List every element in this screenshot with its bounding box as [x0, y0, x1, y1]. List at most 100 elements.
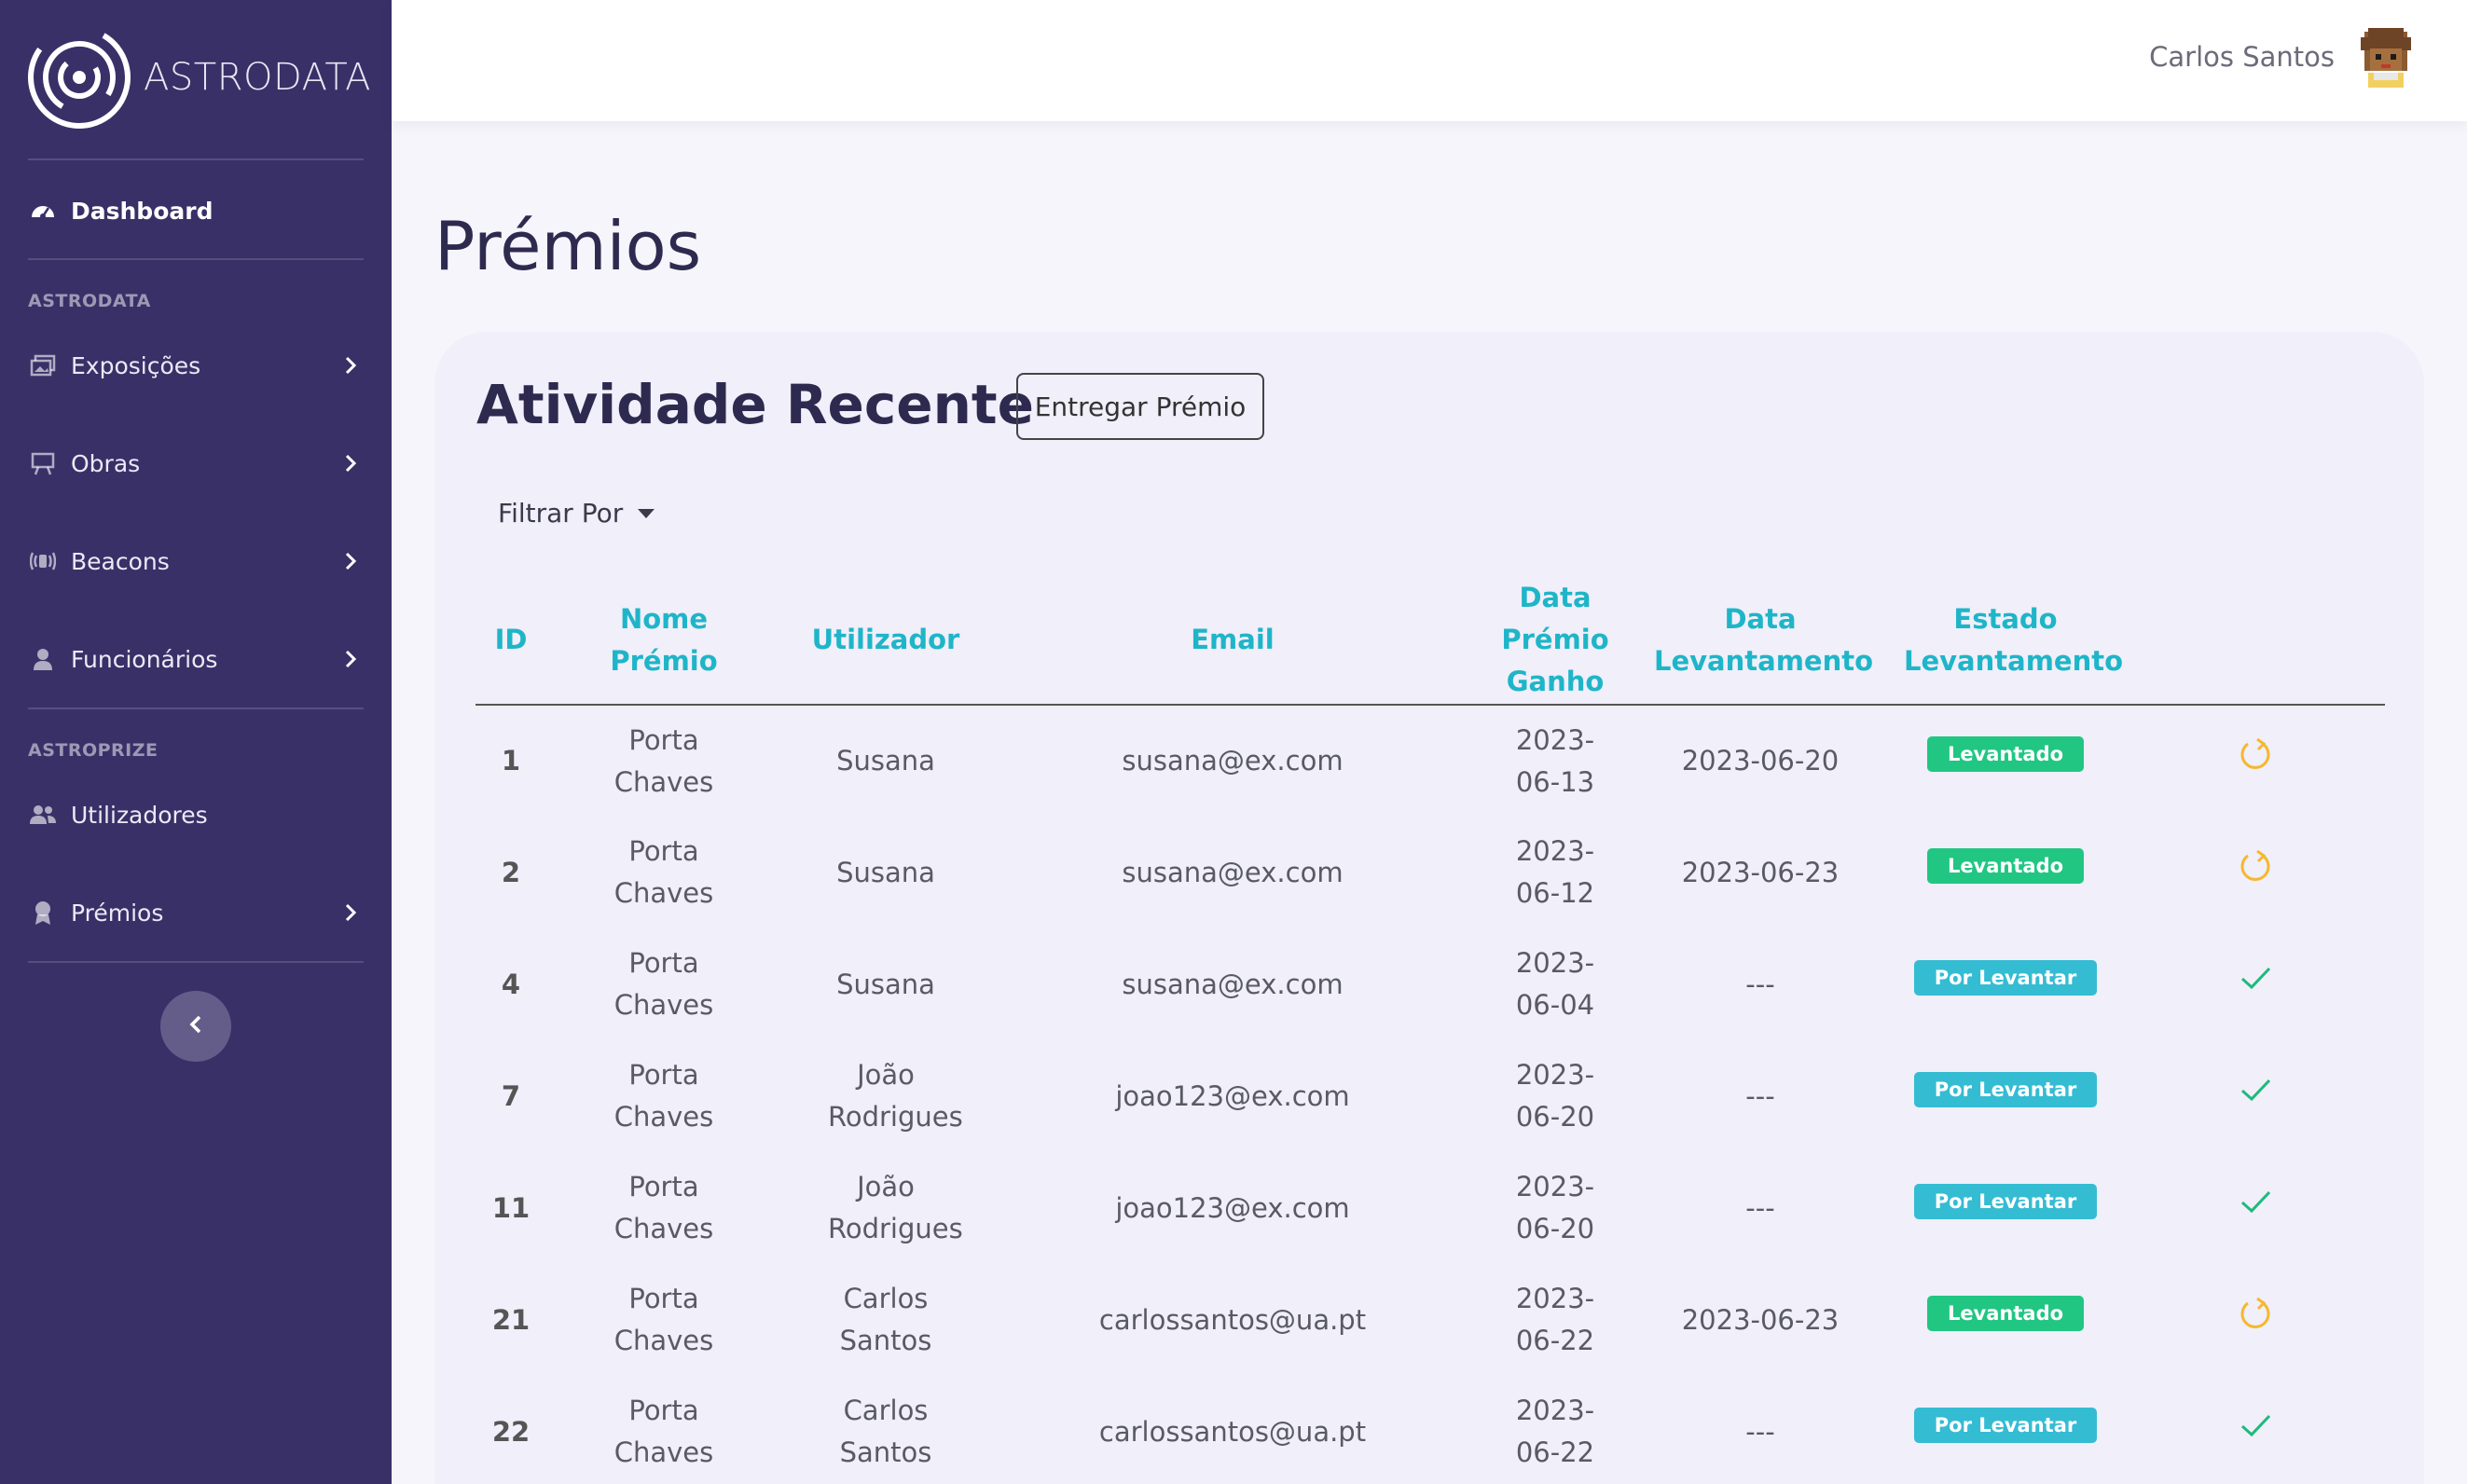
sidebar-item-label: Exposições [71, 351, 201, 379]
table-row: 2 Porta Chaves Susana susana@ex.com 2023-06-… [475, 817, 2385, 928]
sidebar-divider [28, 961, 364, 963]
cell-date-collected: --- [1745, 968, 1775, 1000]
user-name[interactable]: Carlos Santos [2149, 41, 2335, 73]
cell-action [2126, 1264, 2385, 1376]
cell-prize: Porta Chaves [613, 1395, 714, 1468]
sidebar-collapse-button[interactable] [160, 991, 231, 1062]
table-row: 1 Porta Chaves Susana susana@ex.com 2023-06-… [475, 705, 2385, 817]
check-icon[interactable] [2235, 1069, 2276, 1110]
cell-date-won: 2023-06-22 [1515, 1395, 1595, 1468]
cell-id: 11 [491, 1191, 531, 1224]
cell-action [2126, 928, 2385, 1040]
cell-id: 21 [491, 1303, 531, 1336]
cell-email: carlossantos@ua.pt [1098, 1303, 1367, 1336]
column-header-date-collected[interactable]: Data Levantamento [1635, 576, 1885, 706]
column-header-status[interactable]: Estado Levantamento [1885, 576, 2126, 706]
table-header-row: ID Nome Prémio Utilizador Email Data Pré… [475, 576, 2385, 706]
cell-status: Por Levantar [1885, 1376, 2126, 1484]
filter-label: Filtrar Por [498, 498, 624, 529]
brand-name: ASTRODATA [144, 56, 372, 99]
broadcast-icon [28, 546, 58, 576]
cell-action [2126, 705, 2385, 817]
undo-icon[interactable] [2235, 1293, 2276, 1334]
images-icon [28, 350, 58, 380]
status-badge: Por Levantar [1913, 1183, 2098, 1219]
sidebar-divider [28, 158, 364, 160]
cell-status: Levantado [1885, 705, 2126, 817]
check-icon[interactable] [2235, 957, 2276, 998]
easel-icon [28, 448, 58, 478]
undo-icon[interactable] [2235, 734, 2276, 775]
cell-action [2126, 1152, 2385, 1264]
table-row: 7 Porta Chaves João Rodrigues joao123@ex.co… [475, 1040, 2385, 1152]
sidebar-item-premios[interactable]: Prémios [28, 885, 364, 941]
column-header-prize-name[interactable]: Nome Prémio [546, 576, 781, 706]
prizes-table: ID Nome Prémio Utilizador Email Data Pré… [475, 576, 2385, 1484]
status-badge: Por Levantar [1913, 959, 2098, 996]
sidebar-divider [28, 708, 364, 709]
cell-user: Susana [836, 856, 935, 888]
deliver-prize-button[interactable]: Entregar Prémio [1016, 373, 1264, 440]
status-badge: Levantado [1926, 1295, 2085, 1331]
chevron-right-icon [338, 450, 364, 476]
sidebar-item-label: Prémios [71, 899, 164, 927]
cell-prize: Porta Chaves [613, 835, 714, 909]
cell-date-collected: --- [1745, 1415, 1775, 1448]
cell-date-collected: --- [1745, 1079, 1775, 1112]
cell-date-won: 2023-06-22 [1515, 1283, 1595, 1356]
cell-user: Susana [836, 968, 935, 1000]
undo-icon[interactable] [2235, 845, 2276, 886]
column-header-email[interactable]: Email [990, 576, 1475, 706]
sidebar-item-label: Funcionários [71, 645, 218, 673]
sidebar-item-label: Obras [71, 449, 141, 477]
sidebar-item-exposicoes[interactable]: Exposições [28, 337, 364, 393]
cell-date-won: 2023-06-12 [1515, 835, 1595, 909]
status-badge: Por Levantar [1913, 1071, 2098, 1107]
check-icon[interactable] [2235, 1181, 2276, 1222]
sidebar-item-label: Dashboard [71, 197, 214, 225]
cell-action [2126, 1040, 2385, 1152]
cell-date-collected: 2023-06-23 [1681, 856, 1840, 888]
sidebar-item-utilizadores[interactable]: Utilizadores [28, 787, 364, 843]
cell-id: 4 [501, 968, 521, 1000]
cell-prize: Porta Chaves [613, 947, 714, 1021]
sidebar-item-dashboard[interactable]: Dashboard [28, 183, 364, 239]
chevron-right-icon [338, 646, 364, 672]
column-header-id[interactable]: ID [475, 576, 546, 706]
cell-email: susana@ex.com [1122, 856, 1344, 888]
filter-dropdown[interactable]: Filtrar Por [498, 498, 655, 529]
sidebar-item-beacons[interactable]: Beacons [28, 533, 364, 589]
status-badge: Por Levantar [1913, 1407, 2098, 1443]
sidebar-item-funcionarios[interactable]: Funcionários [28, 631, 364, 687]
cell-date-collected: 2023-06-20 [1681, 745, 1840, 776]
sidebar-divider [28, 258, 364, 260]
sidebar-item-obras[interactable]: Obras [28, 435, 364, 491]
cell-date-won: 2023-06-20 [1515, 1059, 1595, 1133]
section-heading-astrodata: ASTRODATA [28, 291, 151, 311]
cell-prize: Porta Chaves [613, 1059, 714, 1133]
cell-id: 22 [491, 1415, 531, 1448]
column-header-date-won[interactable]: Data Prémio Ganho [1475, 576, 1635, 706]
cell-status: Por Levantar [1885, 1040, 2126, 1152]
table-row: 21 Porta Chaves Carlos Santos carlossantos@… [475, 1264, 2385, 1376]
topbar: Carlos Santos [392, 0, 2467, 121]
table-row: 22 Porta Chaves Carlos Santos carlossantos@… [475, 1376, 2385, 1484]
award-icon [28, 898, 58, 928]
section-heading-astroprize: ASTROPRIZE [28, 740, 158, 761]
cell-user: Carlos Santos [839, 1395, 932, 1468]
check-icon[interactable] [2235, 1405, 2276, 1446]
cell-date-collected: 2023-06-23 [1681, 1303, 1840, 1336]
cell-id: 7 [501, 1079, 521, 1112]
cell-date-won: 2023-06-13 [1515, 723, 1595, 798]
users-icon [28, 800, 58, 830]
avatar[interactable] [2351, 24, 2420, 95]
sidebar-item-label: Beacons [71, 547, 170, 575]
brand[interactable]: ASTRODATA [26, 24, 371, 131]
page-title: Prémios [434, 207, 702, 285]
cell-email: joao123@ex.com [1115, 1191, 1350, 1224]
recent-activity-card: Atividade Recente Entregar Prémio Filtra… [434, 332, 2424, 1484]
cell-date-won: 2023-06-04 [1515, 947, 1595, 1021]
column-header-user[interactable]: Utilizador [781, 576, 990, 706]
cell-date-collected: --- [1745, 1191, 1775, 1224]
cell-status: Levantado [1885, 1264, 2126, 1376]
